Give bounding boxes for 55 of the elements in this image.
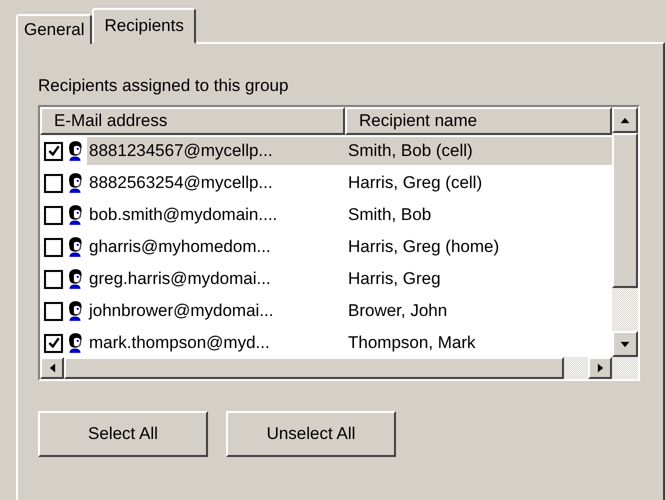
checkbox[interactable] bbox=[44, 302, 63, 320]
table-cell[interactable]: Thompson, Mark bbox=[334, 333, 476, 353]
checkbox[interactable] bbox=[44, 206, 63, 224]
scroll-right-button[interactable] bbox=[588, 357, 612, 379]
checkmark-icon bbox=[46, 144, 60, 158]
table-row[interactable]: gharris@myhomedom... Harris, Greg (home) bbox=[87, 233, 612, 261]
table-cell[interactable]: Harris, Greg bbox=[334, 269, 441, 289]
tab[interactable]: General bbox=[16, 14, 92, 44]
column-header[interactable]: E-Mail address bbox=[40, 107, 345, 135]
table-cell[interactable]: Harris, Greg (home) bbox=[334, 237, 500, 257]
table-cell[interactable]: Harris, Greg (cell) bbox=[334, 173, 482, 193]
person-icon bbox=[66, 236, 84, 258]
person-icon bbox=[66, 172, 84, 194]
table-row[interactable]: 8882563254@mycellp... Harris, Greg (cell) bbox=[87, 169, 612, 197]
table-row[interactable]: greg.harris@mydomai... Harris, Greg bbox=[87, 265, 612, 293]
scroll-thumb[interactable] bbox=[612, 133, 638, 288]
vertical-scrollbar[interactable] bbox=[612, 107, 638, 379]
table-cell[interactable]: mark.thompson@myd... bbox=[87, 333, 334, 353]
scroll-down-button[interactable] bbox=[612, 331, 638, 357]
action-button[interactable]: Select All bbox=[38, 411, 208, 457]
left-arrow-icon bbox=[48, 363, 56, 373]
person-icon bbox=[66, 332, 84, 354]
tab[interactable]: Recipients bbox=[92, 8, 196, 44]
down-arrow-icon bbox=[620, 340, 630, 348]
table-cell[interactable]: 8881234567@mycellp... bbox=[87, 141, 334, 161]
checkbox[interactable] bbox=[44, 270, 63, 288]
table-row[interactable]: mark.thompson@myd... Thompson, Mark bbox=[87, 329, 612, 357]
table-cell[interactable]: johnbrower@mydomai... bbox=[87, 301, 334, 321]
table-cell[interactable]: Smith, Bob (cell) bbox=[334, 141, 473, 161]
right-arrow-icon bbox=[596, 363, 604, 373]
scroll-up-button[interactable] bbox=[612, 107, 638, 133]
table-cell[interactable]: greg.harris@mydomai... bbox=[87, 269, 334, 289]
person-icon bbox=[66, 140, 84, 162]
table-cell[interactable]: gharris@myhomedom... bbox=[87, 237, 334, 257]
checkbox[interactable] bbox=[44, 238, 63, 256]
person-icon bbox=[66, 268, 84, 290]
person-icon bbox=[66, 300, 84, 322]
scroll-left-button[interactable] bbox=[40, 357, 64, 379]
table-cell[interactable]: bob.smith@mydomain.... bbox=[87, 205, 334, 225]
table-row[interactable]: bob.smith@mydomain.... Smith, Bob bbox=[87, 201, 612, 229]
checkbox[interactable] bbox=[44, 334, 63, 352]
table-row[interactable]: johnbrower@mydomai... Brower, John bbox=[87, 297, 612, 325]
checkbox[interactable] bbox=[44, 174, 63, 192]
scrollbar-corner bbox=[612, 357, 638, 379]
action-button[interactable]: Unselect All bbox=[226, 411, 396, 457]
table-cell[interactable]: Brower, John bbox=[334, 301, 448, 321]
table-cell[interactable]: Smith, Bob bbox=[334, 205, 432, 225]
up-arrow-icon bbox=[620, 116, 630, 124]
checkbox[interactable] bbox=[44, 142, 63, 160]
checkmark-icon bbox=[46, 336, 60, 350]
group-label: Recipients assigned to this group bbox=[38, 76, 290, 96]
table-row[interactable]: 8881234567@mycellp... Smith, Bob (cell) bbox=[87, 137, 612, 165]
person-icon bbox=[66, 204, 84, 226]
column-header[interactable]: Recipient name bbox=[345, 107, 612, 135]
table-cell[interactable]: 8882563254@mycellp... bbox=[87, 173, 334, 193]
